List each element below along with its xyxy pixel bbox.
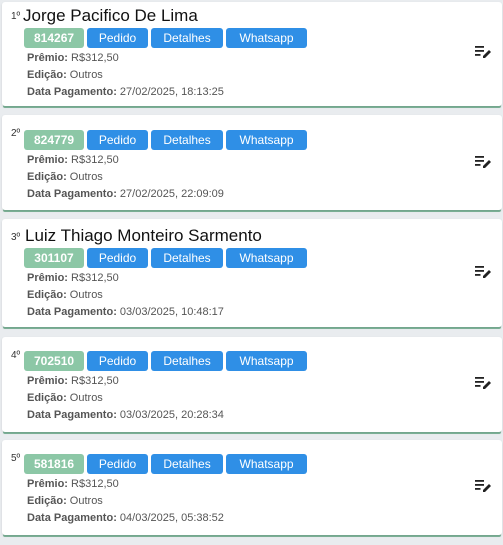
edit-list-icon[interactable]: [475, 45, 492, 59]
winner-name: Luiz Thiago Monteiro Sarmento: [25, 226, 262, 245]
whatsapp-button[interactable]: Whatsapp: [226, 454, 308, 474]
edicao-label: Edição:: [27, 171, 67, 183]
premio-row: Prêmio: R$312,50: [27, 476, 224, 493]
detalhes-button[interactable]: Detalhes: [151, 28, 224, 48]
premio-label: Prêmio:: [27, 52, 68, 64]
data-pagamento-value: 03/03/2025, 10:48:17: [119, 306, 224, 318]
data-pagamento-row: Data Pagamento: 03/03/2025, 10:48:17: [27, 304, 224, 321]
edicao-value: Outros: [69, 495, 103, 507]
whatsapp-button[interactable]: Whatsapp: [226, 130, 308, 150]
action-buttons: 824779 Pedido Detalhes Whatsapp: [24, 130, 308, 150]
pedido-button[interactable]: Pedido: [87, 454, 149, 474]
action-buttons: 814267 Pedido Detalhes Whatsapp: [24, 28, 308, 48]
data-pagamento-value: 03/03/2025, 20:28:34: [119, 409, 224, 421]
edit-list-icon[interactable]: [475, 376, 492, 390]
edicao-label: Edição:: [27, 495, 67, 507]
pedido-button[interactable]: Pedido: [87, 248, 148, 268]
edicao-value: Outros: [69, 289, 103, 301]
pedido-button[interactable]: Pedido: [87, 130, 149, 150]
rank-label: 3º: [11, 232, 21, 243]
data-pagamento-value: 27/02/2025, 18:13:25: [119, 86, 224, 98]
pedido-button[interactable]: Pedido: [87, 28, 149, 48]
edicao-row: Edição: Outros: [27, 67, 224, 84]
premio-label: Prêmio:: [27, 478, 68, 490]
edicao-value: Outros: [69, 392, 103, 404]
edicao-value: Outros: [69, 171, 103, 183]
premio-value: R$312,50: [71, 478, 119, 490]
edicao-row: Edição: Outros: [27, 493, 224, 510]
detalhes-button[interactable]: Detalhes: [151, 248, 223, 268]
ticket-code-badge: 301107: [24, 248, 84, 268]
action-buttons: 301107 Pedido Detalhes Whatsapp: [24, 248, 307, 268]
winner-details: Prêmio: R$312,50 Edição: Outros Data Pag…: [27, 476, 224, 527]
data-pagamento-label: Data Pagamento:: [27, 512, 117, 524]
winner-name: Jorge Pacifico De Lima: [23, 6, 198, 25]
edit-list-icon[interactable]: [475, 479, 492, 493]
data-pagamento-label: Data Pagamento:: [27, 306, 117, 318]
detalhes-button[interactable]: Detalhes: [151, 351, 224, 371]
premio-label: Prêmio:: [27, 272, 68, 284]
premio-row: Prêmio: R$312,50: [27, 373, 224, 390]
ticket-code-badge: 814267: [24, 28, 85, 48]
winner-details: Prêmio: R$312,50 Edição: Outros Data Pag…: [27, 50, 224, 101]
data-pagamento-label: Data Pagamento:: [27, 409, 117, 421]
action-buttons: 581816 Pedido Detalhes Whatsapp: [24, 454, 308, 474]
winner-card: 1º Jorge Pacifico De Lima 814267 Pedido …: [2, 2, 502, 106]
premio-value: R$312,50: [71, 272, 119, 284]
edicao-row: Edição: Outros: [27, 169, 224, 186]
edit-list-icon[interactable]: [475, 265, 492, 279]
premio-label: Prêmio:: [27, 375, 68, 387]
winner-details: Prêmio: R$312,50 Edição: Outros Data Pag…: [27, 270, 224, 321]
edicao-label: Edição:: [27, 392, 67, 404]
premio-value: R$312,50: [71, 375, 119, 387]
edicao-label: Edição:: [27, 289, 67, 301]
winner-card: 3º Luiz Thiago Monteiro Sarmento 301107 …: [2, 219, 502, 327]
winner-card: 5º 581816 Pedido Detalhes Whatsapp Prêmi…: [2, 440, 502, 535]
data-pagamento-row: Data Pagamento: 27/02/2025, 22:09:09: [27, 186, 224, 203]
edicao-value: Outros: [69, 69, 103, 81]
premio-value: R$312,50: [71, 52, 119, 64]
rank-label: 5º: [11, 453, 21, 464]
edit-list-icon[interactable]: [475, 155, 492, 169]
edicao-label: Edição:: [27, 69, 67, 81]
premio-value: R$312,50: [71, 154, 119, 166]
rank-label: 2º: [11, 128, 21, 139]
data-pagamento-row: Data Pagamento: 03/03/2025, 20:28:34: [27, 407, 224, 424]
edicao-row: Edição: Outros: [27, 287, 224, 304]
action-buttons: 702510 Pedido Detalhes Whatsapp: [24, 351, 308, 371]
detalhes-button[interactable]: Detalhes: [151, 130, 224, 150]
detalhes-button[interactable]: Detalhes: [151, 454, 224, 474]
premio-label: Prêmio:: [27, 154, 68, 166]
premio-row: Prêmio: R$312,50: [27, 152, 224, 169]
data-pagamento-row: Data Pagamento: 04/03/2025, 05:38:52: [27, 510, 224, 527]
data-pagamento-label: Data Pagamento:: [27, 188, 117, 200]
winner-details: Prêmio: R$312,50 Edição: Outros Data Pag…: [27, 152, 224, 203]
winner-card: 2º 824779 Pedido Detalhes Whatsapp Prêmi…: [2, 115, 502, 210]
data-pagamento-value: 27/02/2025, 22:09:09: [119, 188, 224, 200]
whatsapp-button[interactable]: Whatsapp: [226, 28, 308, 48]
edicao-row: Edição: Outros: [27, 390, 224, 407]
whatsapp-button[interactable]: Whatsapp: [226, 248, 307, 268]
rank-label: 1º: [11, 11, 21, 22]
ticket-code-badge: 581816: [24, 454, 85, 474]
pedido-button[interactable]: Pedido: [87, 351, 149, 371]
data-pagamento-value: 04/03/2025, 05:38:52: [119, 512, 224, 524]
rank-label: 4º: [11, 350, 21, 361]
data-pagamento-row: Data Pagamento: 27/02/2025, 18:13:25: [27, 84, 224, 101]
data-pagamento-label: Data Pagamento:: [27, 86, 117, 98]
whatsapp-button[interactable]: Whatsapp: [226, 351, 308, 371]
premio-row: Prêmio: R$312,50: [27, 270, 224, 287]
winner-card: 4º 702510 Pedido Detalhes Whatsapp Prêmi…: [2, 337, 502, 432]
ticket-code-badge: 702510: [24, 351, 85, 371]
winner-details: Prêmio: R$312,50 Edição: Outros Data Pag…: [27, 373, 224, 424]
premio-row: Prêmio: R$312,50: [27, 50, 224, 67]
ticket-code-badge: 824779: [24, 130, 85, 150]
